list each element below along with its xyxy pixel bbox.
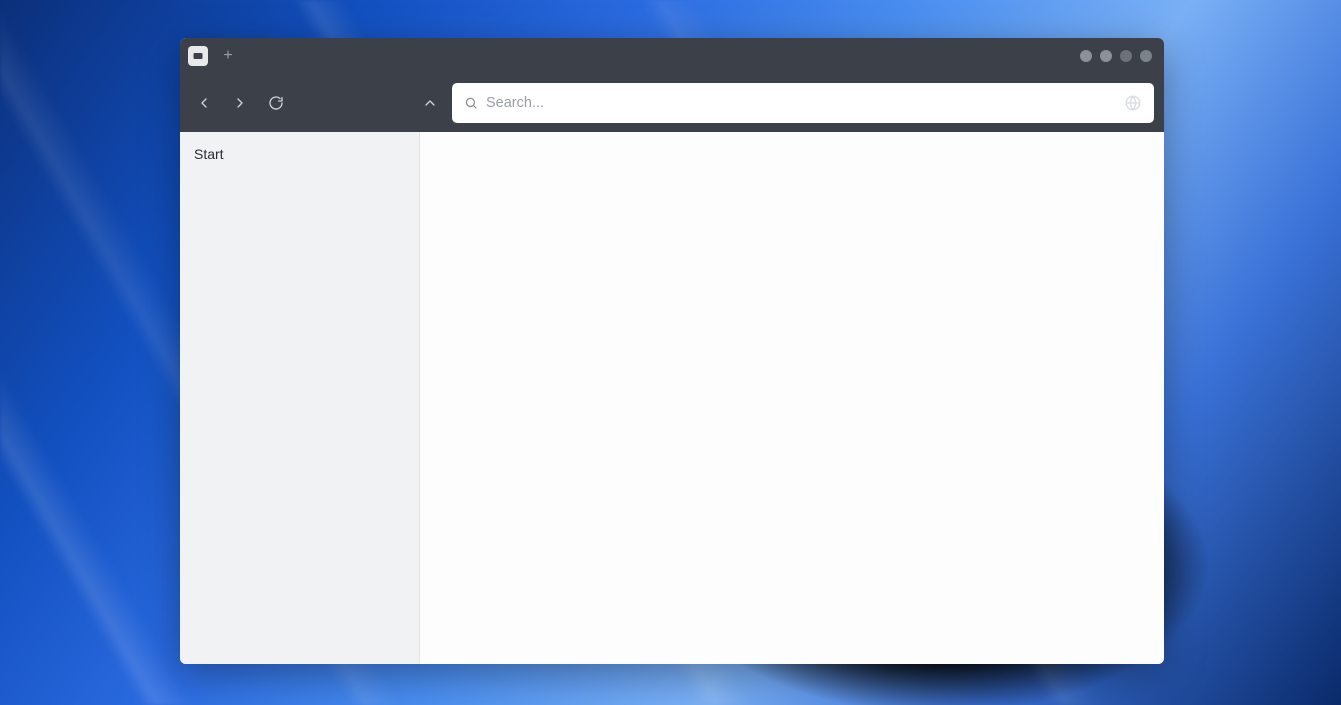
reload-icon [268, 95, 284, 111]
window-controls [1080, 50, 1156, 62]
titlebar: + [180, 38, 1164, 74]
sidebar-toggle-button[interactable] [416, 89, 444, 117]
window-control-3[interactable] [1120, 50, 1132, 62]
back-button[interactable] [190, 89, 218, 117]
toolbar [180, 74, 1164, 132]
forward-button[interactable] [226, 89, 254, 117]
address-bar[interactable] [452, 83, 1154, 123]
globe-icon [1124, 94, 1142, 112]
window-control-4[interactable] [1140, 50, 1152, 62]
sidebar-item-start[interactable]: Start [192, 142, 407, 166]
browser-window: + Start [180, 38, 1164, 664]
search-icon [464, 96, 478, 110]
window-control-2[interactable] [1100, 50, 1112, 62]
app-icon [188, 46, 208, 66]
chevron-up-icon [422, 95, 438, 111]
sidebar: Start [180, 132, 420, 664]
search-input[interactable] [486, 95, 1116, 111]
window-control-1[interactable] [1080, 50, 1092, 62]
plus-icon: + [223, 48, 232, 64]
reload-button[interactable] [262, 89, 290, 117]
chevron-left-icon [196, 95, 212, 111]
body-area: Start [180, 132, 1164, 664]
content-pane [420, 132, 1164, 664]
sidebar-item-label: Start [194, 146, 224, 162]
chevron-right-icon [232, 95, 248, 111]
new-tab-button[interactable]: + [218, 46, 238, 66]
